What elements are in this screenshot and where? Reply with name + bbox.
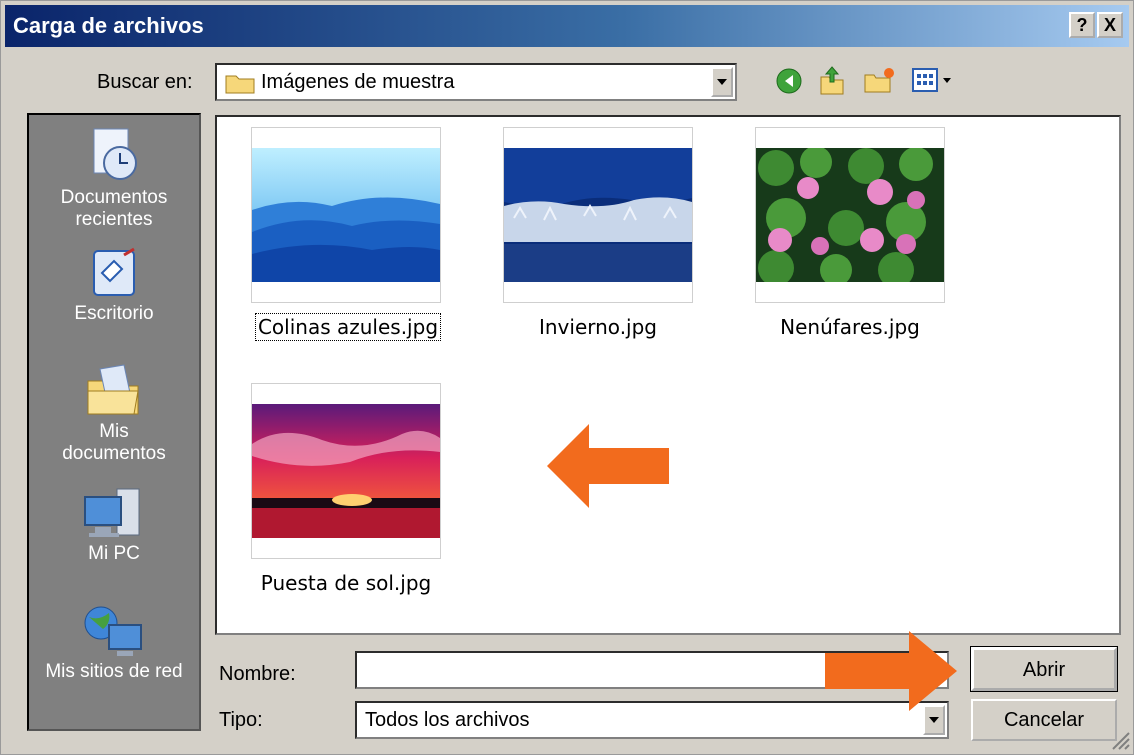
- look-in-value: Imágenes de muestra: [261, 71, 455, 93]
- place-label: Documentos recientes: [60, 187, 168, 230]
- cancel-button[interactable]: Cancelar: [971, 699, 1117, 741]
- look-in-dropdown-arrow[interactable]: [711, 67, 733, 97]
- file-thumbnail[interactable]: [251, 127, 441, 303]
- close-button[interactable]: X: [1097, 12, 1123, 38]
- file-thumbnail[interactable]: [251, 383, 441, 559]
- sunset-image: [252, 404, 440, 538]
- places-bar: Documentos recientes Escritorio Mis docu…: [27, 113, 201, 731]
- look-in-select[interactable]: Imágenes de muestra: [215, 63, 737, 101]
- place-label: Escritorio: [74, 303, 154, 324]
- file-thumbnail[interactable]: [755, 127, 945, 303]
- annotation-arrow-left: [547, 424, 669, 508]
- back-icon[interactable]: [775, 67, 803, 95]
- file-thumbnail[interactable]: [503, 127, 693, 303]
- water-lilies-image: [756, 148, 944, 282]
- resize-grip-icon[interactable]: [1109, 729, 1131, 751]
- help-button[interactable]: ?: [1069, 12, 1095, 38]
- folder-icon: [225, 75, 255, 94]
- file-name[interactable]: Nenúfares.jpg: [755, 315, 945, 339]
- view-menu-icon[interactable]: [911, 65, 957, 95]
- name-label: Nombre:: [219, 663, 296, 685]
- look-in-label: Buscar en:: [97, 71, 193, 93]
- network-places-icon: [84, 606, 142, 656]
- place-my-documents[interactable]: Mis documentos: [29, 361, 199, 465]
- place-my-computer[interactable]: Mi PC: [29, 485, 199, 565]
- my-documents-icon: [87, 364, 139, 415]
- winter-image: [504, 148, 692, 282]
- place-label: Mis documentos: [62, 421, 166, 464]
- blue-hills-image: [252, 148, 440, 282]
- place-recent-documents[interactable]: Documentos recientes: [29, 125, 199, 231]
- window-title: Carga de archivos: [13, 13, 204, 38]
- file-name[interactable]: Colinas azules.jpg: [253, 313, 443, 341]
- my-computer-icon: [84, 488, 140, 537]
- new-folder-icon[interactable]: [863, 65, 897, 95]
- file-name-selected: Colinas azules.jpg: [254, 313, 442, 341]
- place-network[interactable]: Mis sitios de red: [29, 601, 199, 683]
- place-desktop[interactable]: Escritorio: [29, 245, 199, 325]
- file-list[interactable]: Colinas azules.jpg Invierno.jpg Nenúfare…: [215, 115, 1121, 635]
- file-name[interactable]: Puesta de sol.jpg: [251, 571, 441, 595]
- type-label: Tipo:: [219, 709, 263, 731]
- place-label: Mis sitios de red: [45, 661, 183, 682]
- desktop-icon: [93, 247, 135, 296]
- file-open-dialog: Carga de archivos ? X Buscar en: Imágene…: [0, 0, 1134, 755]
- open-button[interactable]: Abrir: [970, 646, 1118, 692]
- up-folder-icon[interactable]: [817, 65, 847, 97]
- recent-documents-icon: [93, 128, 137, 180]
- annotation-arrow-right: [825, 631, 957, 711]
- file-name[interactable]: Invierno.jpg: [503, 315, 693, 339]
- place-label: Mi PC: [88, 543, 140, 564]
- type-select-value: Todos los archivos: [365, 709, 530, 731]
- title-bar[interactable]: Carga de archivos ? X: [5, 5, 1129, 47]
